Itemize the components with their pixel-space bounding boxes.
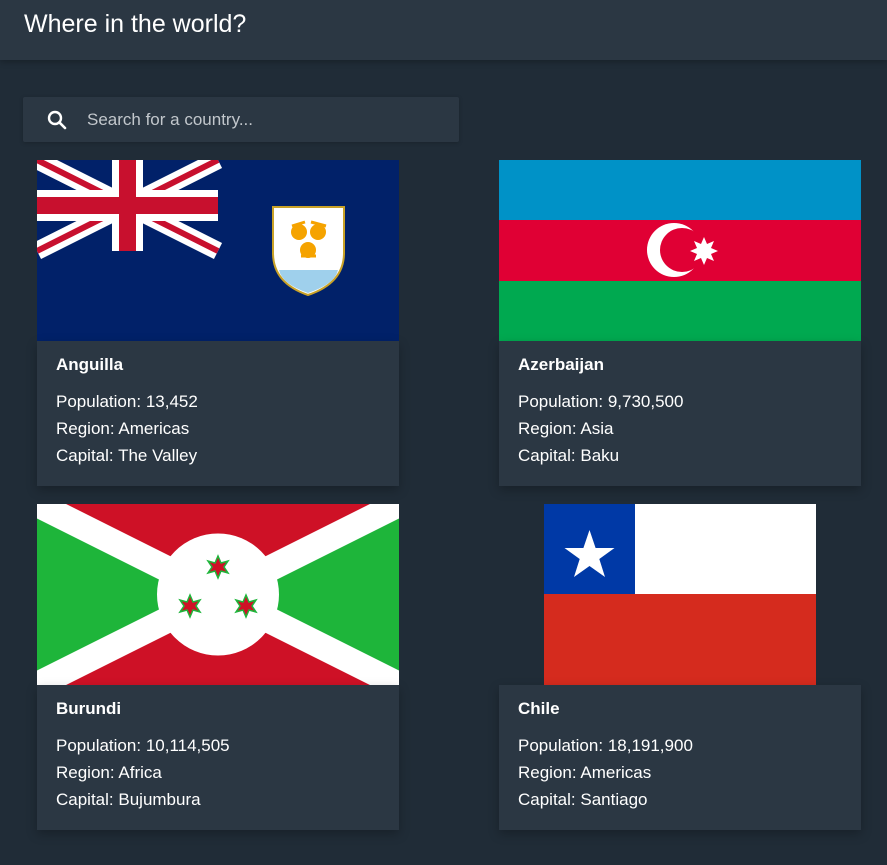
capital-label: Capital: [518, 790, 576, 809]
region-line: Region: Americas [56, 419, 189, 439]
population-value: 10,114,505 [145, 736, 230, 755]
country-name: Anguilla [56, 355, 124, 374]
capital-value: Santiago [580, 790, 648, 809]
region-line: Region: Africa [56, 763, 162, 783]
population-line: Population: 9,730,500 [518, 392, 683, 412]
search-input[interactable] [87, 97, 447, 142]
region-label: Region: [56, 419, 115, 438]
capital-label: Capital: [56, 790, 114, 809]
capital-value: The Valley [118, 446, 198, 465]
flag-chile [499, 504, 861, 685]
region-label: Region: [518, 419, 577, 438]
capital-line: Capital: Baku [518, 446, 619, 466]
app-title: Where in the world? [24, 10, 247, 38]
population-label: Population: [518, 736, 604, 755]
region-line: Region: Americas [518, 763, 651, 783]
country-name: Chile [518, 699, 560, 718]
population-line: Population: 13,452 [56, 392, 198, 412]
flag-anguilla [37, 160, 399, 341]
population-line: Population: 18,191,900 [518, 736, 693, 756]
region-label: Region: [56, 763, 115, 782]
search-bar[interactable] [23, 97, 459, 142]
country-name: Azerbaijan [518, 355, 604, 374]
search-icon [47, 110, 67, 130]
country-card-body: Azerbaijan Population: 9,730,500 Region:… [499, 341, 861, 486]
app-header: Where in the world? [0, 0, 887, 60]
capital-label: Capital: [56, 446, 114, 465]
capital-line: Capital: Santiago [518, 790, 648, 810]
country-name: Burundi [56, 699, 122, 718]
population-line: Population: 10,114,505 [56, 736, 230, 756]
population-label: Population: [518, 392, 604, 411]
population-label: Population: [56, 736, 142, 755]
capital-line: Capital: The Valley [56, 446, 197, 466]
country-card-body: Anguilla Population: 13,452 Region: Amer… [37, 341, 399, 486]
population-value: 9,730,500 [607, 392, 684, 411]
region-label: Region: [518, 763, 577, 782]
flag-burundi [37, 504, 399, 685]
region-value: Asia [580, 419, 614, 438]
region-value: Americas [118, 419, 190, 438]
population-value: 18,191,900 [607, 736, 693, 755]
population-label: Population: [56, 392, 142, 411]
flag-azerbaijan [499, 160, 861, 341]
region-value: Africa [118, 763, 162, 782]
country-card-body: Burundi Population: 10,114,505 Region: A… [37, 685, 399, 830]
capital-value: Baku [580, 446, 620, 465]
capital-line: Capital: Bujumbura [56, 790, 201, 810]
region-line: Region: Asia [518, 419, 613, 439]
region-value: Americas [580, 763, 652, 782]
capital-value: Bujumbura [118, 790, 201, 809]
population-value: 13,452 [145, 392, 198, 411]
capital-label: Capital: [518, 446, 576, 465]
country-card-body: Chile Population: 18,191,900 Region: Ame… [499, 685, 861, 830]
